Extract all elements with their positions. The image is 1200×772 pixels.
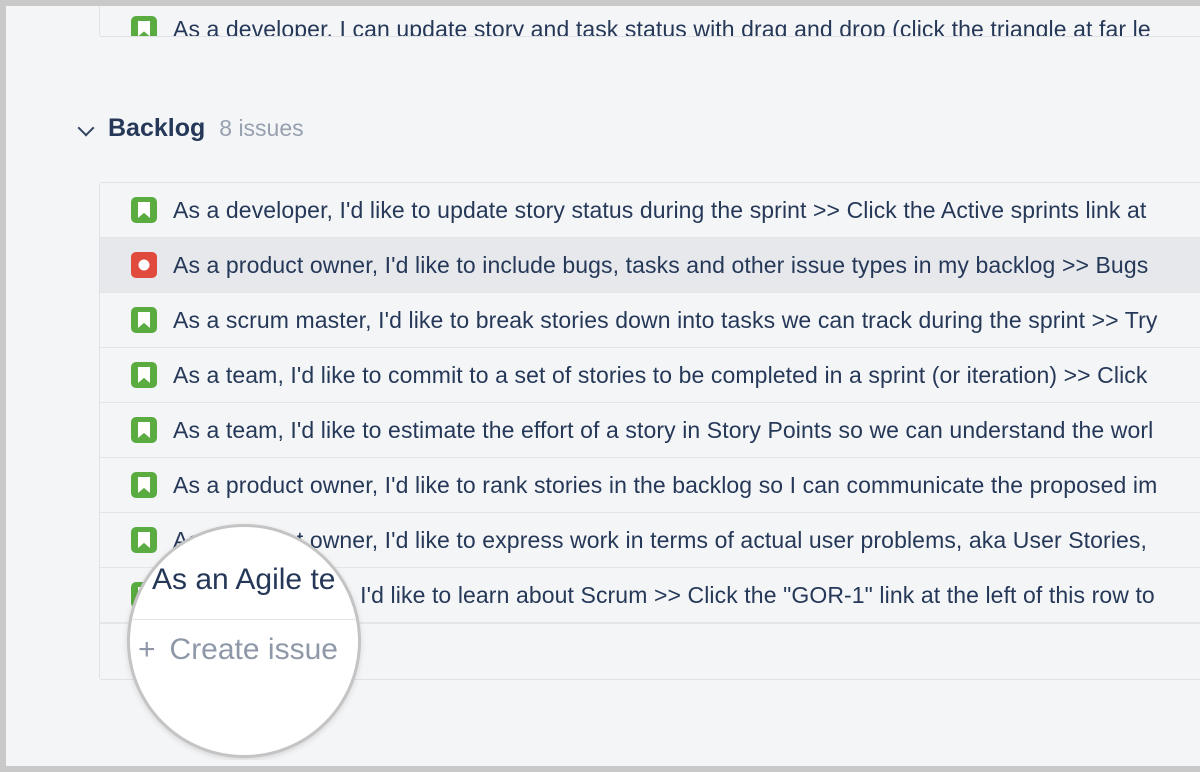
- issue-summary: As a team, I'd like to commit to a set o…: [173, 362, 1148, 388]
- issue-row[interactable]: As a developer, I'd like to update story…: [100, 183, 1200, 238]
- issue-summary: As a developer, I'd like to update story…: [173, 197, 1146, 223]
- issue-count-label: 8 issues: [219, 115, 303, 142]
- magnified-row-divider: [130, 619, 361, 620]
- backlog-section-header[interactable]: Backlog 8 issues: [6, 102, 1200, 154]
- magnified-create-issue-button[interactable]: + Create issue: [130, 633, 361, 667]
- story-icon: [131, 417, 157, 443]
- issue-summary: As a developer, I can update story and t…: [173, 16, 1151, 38]
- story-icon: [131, 16, 157, 38]
- issue-summary: As a product owner, I'd like to include …: [173, 252, 1148, 278]
- magnified-plus-icon: +: [138, 635, 156, 665]
- page-frame: As a developer, I can update story and t…: [6, 6, 1200, 766]
- above-backlog-card: As a developer, I can update story and t…: [99, 6, 1200, 37]
- issue-row[interactable]: As a product owner, I'd like to rank sto…: [100, 458, 1200, 513]
- issue-row[interactable]: As a developer, I can update story and t…: [100, 6, 1200, 37]
- issue-summary: As a product owner, I'd like to rank sto…: [173, 472, 1157, 498]
- chevron-down-icon[interactable]: [78, 119, 96, 137]
- bottom-frame-strip: [6, 760, 1200, 766]
- issue-row[interactable]: As a product owner, I'd like to include …: [100, 238, 1200, 293]
- issue-row[interactable]: As a team, I'd like to estimate the effo…: [100, 403, 1200, 458]
- issue-summary: As a scrum master, I'd like to break sto…: [173, 307, 1157, 333]
- issue-summary: As a team, I'd like to estimate the effo…: [173, 417, 1153, 443]
- bug-icon: [131, 252, 157, 278]
- story-icon: [131, 362, 157, 388]
- story-icon: [131, 197, 157, 223]
- magnified-create-issue-label: Create issue: [170, 633, 338, 667]
- magnified-issue-summary: As an Agile te: [152, 563, 335, 597]
- issue-row[interactable]: As a team, I'd like to commit to a set o…: [100, 348, 1200, 403]
- story-icon: [131, 472, 157, 498]
- magnifier-content: As an Agile te + Create issue: [130, 527, 361, 758]
- issue-row[interactable]: As a scrum master, I'd like to break sto…: [100, 293, 1200, 348]
- story-icon: [131, 307, 157, 333]
- magnifier-lens: As an Agile te + Create issue: [127, 524, 361, 758]
- page-title: Backlog: [108, 114, 205, 143]
